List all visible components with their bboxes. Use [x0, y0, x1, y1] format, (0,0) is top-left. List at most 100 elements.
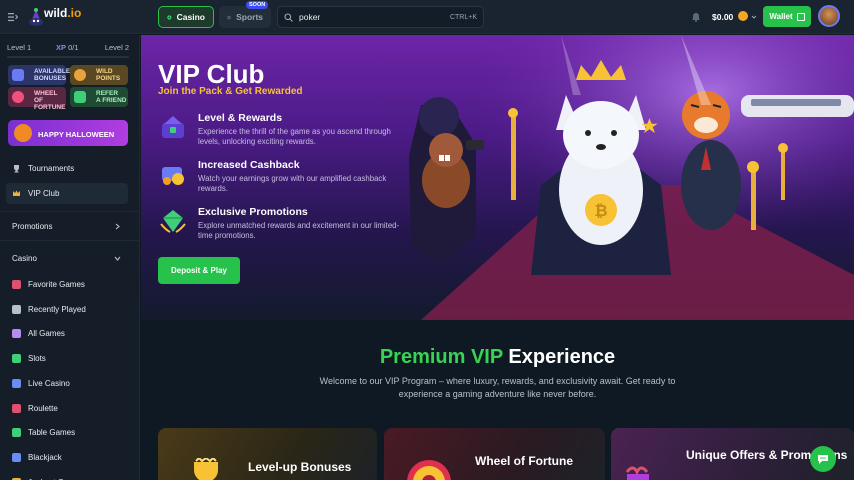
user-avatar[interactable]: [818, 5, 840, 27]
feature-description: Watch your earnings grow with our amplif…: [198, 174, 387, 193]
sidebar-item-recently-played[interactable]: Recently Played: [6, 299, 128, 320]
sports-tab[interactable]: Sports: [219, 6, 271, 28]
collapse-menu-icon[interactable]: [8, 12, 18, 22]
sidebar-item-all-games[interactable]: All Games: [6, 323, 128, 344]
refer-a-friend-tile[interactable]: Refer a Friend: [70, 87, 128, 107]
offers-gift-icon: [625, 466, 649, 480]
wheel-icon: [12, 91, 24, 103]
chevron-right-icon[interactable]: [114, 223, 121, 230]
notifications-bell-icon[interactable]: [691, 11, 701, 22]
slots-icon: [12, 354, 21, 364]
trophy-icon: [14, 165, 19, 173]
sidebar-item-favorite-games[interactable]: Favorite Games: [6, 274, 128, 295]
sidebar-item-live-casino[interactable]: Live Casino: [6, 373, 128, 394]
feature-description: Experience the thrill of the game as you…: [198, 127, 391, 146]
history-icon: [12, 304, 21, 314]
sidebar-item-table-games[interactable]: Table Games: [6, 422, 128, 443]
chevron-down-icon[interactable]: [751, 14, 757, 20]
live-chat-button[interactable]: [810, 446, 836, 472]
wheel-of-fortune-tile[interactable]: Wheel of Fortune: [8, 87, 66, 111]
search-input[interactable]: [299, 12, 444, 22]
sidebar: Level 1 XP 0/1 Level 2 Available Bonuses …: [0, 35, 140, 480]
wallet-icon: [796, 12, 805, 21]
heart-icon: [12, 280, 21, 289]
sidebar-item-roulette[interactable]: Roulette: [6, 398, 128, 419]
sidebar-item-vip-club[interactable]: VIP Club: [6, 183, 128, 204]
sidebar-item-label: All Games: [28, 329, 65, 339]
sidebar-promotions-header[interactable]: Promotions: [12, 222, 52, 231]
soon-badge: SOON: [246, 1, 269, 9]
card-title: Wheel of Fortune: [475, 454, 573, 468]
sidebar-casino-header[interactable]: Casino: [12, 254, 37, 263]
sidebar-item-label: Live Casino: [28, 378, 70, 388]
level-up-bonuses-card[interactable]: Level-up Bonuses: [158, 428, 377, 480]
search-icon: [284, 12, 293, 22]
sidebar-item-tournaments[interactable]: Tournaments: [6, 158, 128, 179]
sidebar-item-blackjack[interactable]: Blackjack: [6, 447, 128, 468]
cards-icon: [12, 452, 21, 462]
feature-title: Increased Cashback: [198, 159, 300, 171]
next-level-label: Level 2: [104, 43, 129, 52]
sidebar-item-label: Slots: [28, 354, 46, 364]
xp-progress-bar: [7, 56, 129, 58]
premium-title-highlight: Premium VIP: [379, 346, 503, 368]
sidebar-item-jackpot-games[interactable]: Jackpot Games: [6, 472, 128, 480]
grid-icon: [12, 329, 21, 339]
premium-section-title: Premium VIP Experience: [141, 346, 854, 369]
pumpkin-icon: [14, 124, 32, 142]
casino-tab[interactable]: Casino: [158, 6, 214, 28]
search-bar[interactable]: CTRL+K: [277, 6, 484, 28]
sports-tab-label: Sports: [236, 12, 263, 22]
sidebar-divider: [0, 211, 140, 212]
vip-club-illustration: ₿: [381, 35, 854, 320]
sidebar-item-label: Roulette: [28, 403, 58, 413]
live-dealer-icon: [12, 378, 21, 388]
sidebar-item-label: VIP Club: [28, 189, 60, 198]
users-icon: [74, 91, 86, 103]
sidebar-item-label: Tournaments: [28, 164, 75, 173]
chevron-down-icon[interactable]: [114, 255, 121, 262]
coin-icon: [74, 69, 86, 81]
crown-icon: [13, 190, 20, 196]
sidebar-item-label: Blackjack: [28, 452, 62, 462]
feature-title: Level & Rewards: [198, 112, 283, 124]
sidebar-item-label: Favorite Games: [28, 280, 85, 289]
xp-label: XP 0/1: [56, 43, 79, 52]
svg-text:₿: ₿: [594, 202, 607, 220]
sidebar-item-slots[interactable]: Slots: [6, 348, 128, 369]
feature-description: Explore unmatched rewards and excitement…: [198, 221, 400, 240]
premium-section-description: Welcome to our VIP Program – where luxur…: [319, 376, 676, 399]
table-icon: [12, 428, 21, 438]
gift-icon: [12, 69, 24, 81]
halloween-banner-label: Happy Halloween: [38, 130, 115, 139]
wheel-of-fortune-card[interactable]: Wheel of Fortune: [384, 428, 605, 480]
wild-points-tile[interactable]: Wild Points: [70, 65, 128, 85]
logo-text[interactable]: wild.io: [44, 6, 81, 20]
sidebar-item-label: Recently Played: [28, 304, 86, 314]
sidebar-item-label: Table Games: [28, 428, 76, 438]
premium-vip-section: Premium VIP Experience Welcome to our VI…: [141, 320, 854, 480]
trophy-icon: [194, 458, 218, 480]
happy-halloween-banner[interactable]: Happy Halloween: [8, 120, 128, 146]
exclusive-gem-icon: [160, 210, 186, 233]
search-shortcut-hint: CTRL+K: [449, 13, 477, 21]
feature-title: Exclusive Promotions: [198, 206, 308, 218]
roulette-icon: [12, 403, 21, 413]
sports-ball-icon: [227, 15, 231, 19]
currency-coin-icon: [738, 11, 748, 21]
fortune-wheel-icon: [407, 460, 451, 480]
vip-hero-banner: ₿ VIP Club Join the Pack & Get Rewarded …: [141, 35, 854, 320]
wallet-button[interactable]: Wallet: [763, 6, 811, 27]
casino-tab-label: Casino: [176, 12, 205, 22]
card-title: Level-up Bonuses: [248, 460, 352, 474]
chat-bubble-icon: [818, 455, 828, 464]
wallet-button-label: Wallet: [769, 12, 793, 21]
premium-title-rest: Experience: [508, 346, 616, 368]
balance-amount[interactable]: $0.00: [712, 12, 733, 22]
level-up-chest-icon: [162, 116, 184, 138]
sidebar-divider: [0, 240, 140, 241]
deposit-and-play-button[interactable]: Deposit & Play: [158, 257, 240, 284]
top-bar: wild.io Casino Sports SOON CTRL+K $0.00 …: [0, 0, 854, 34]
current-level-label: Level 1: [7, 43, 32, 52]
available-bonuses-tile[interactable]: Available Bonuses: [8, 65, 70, 85]
